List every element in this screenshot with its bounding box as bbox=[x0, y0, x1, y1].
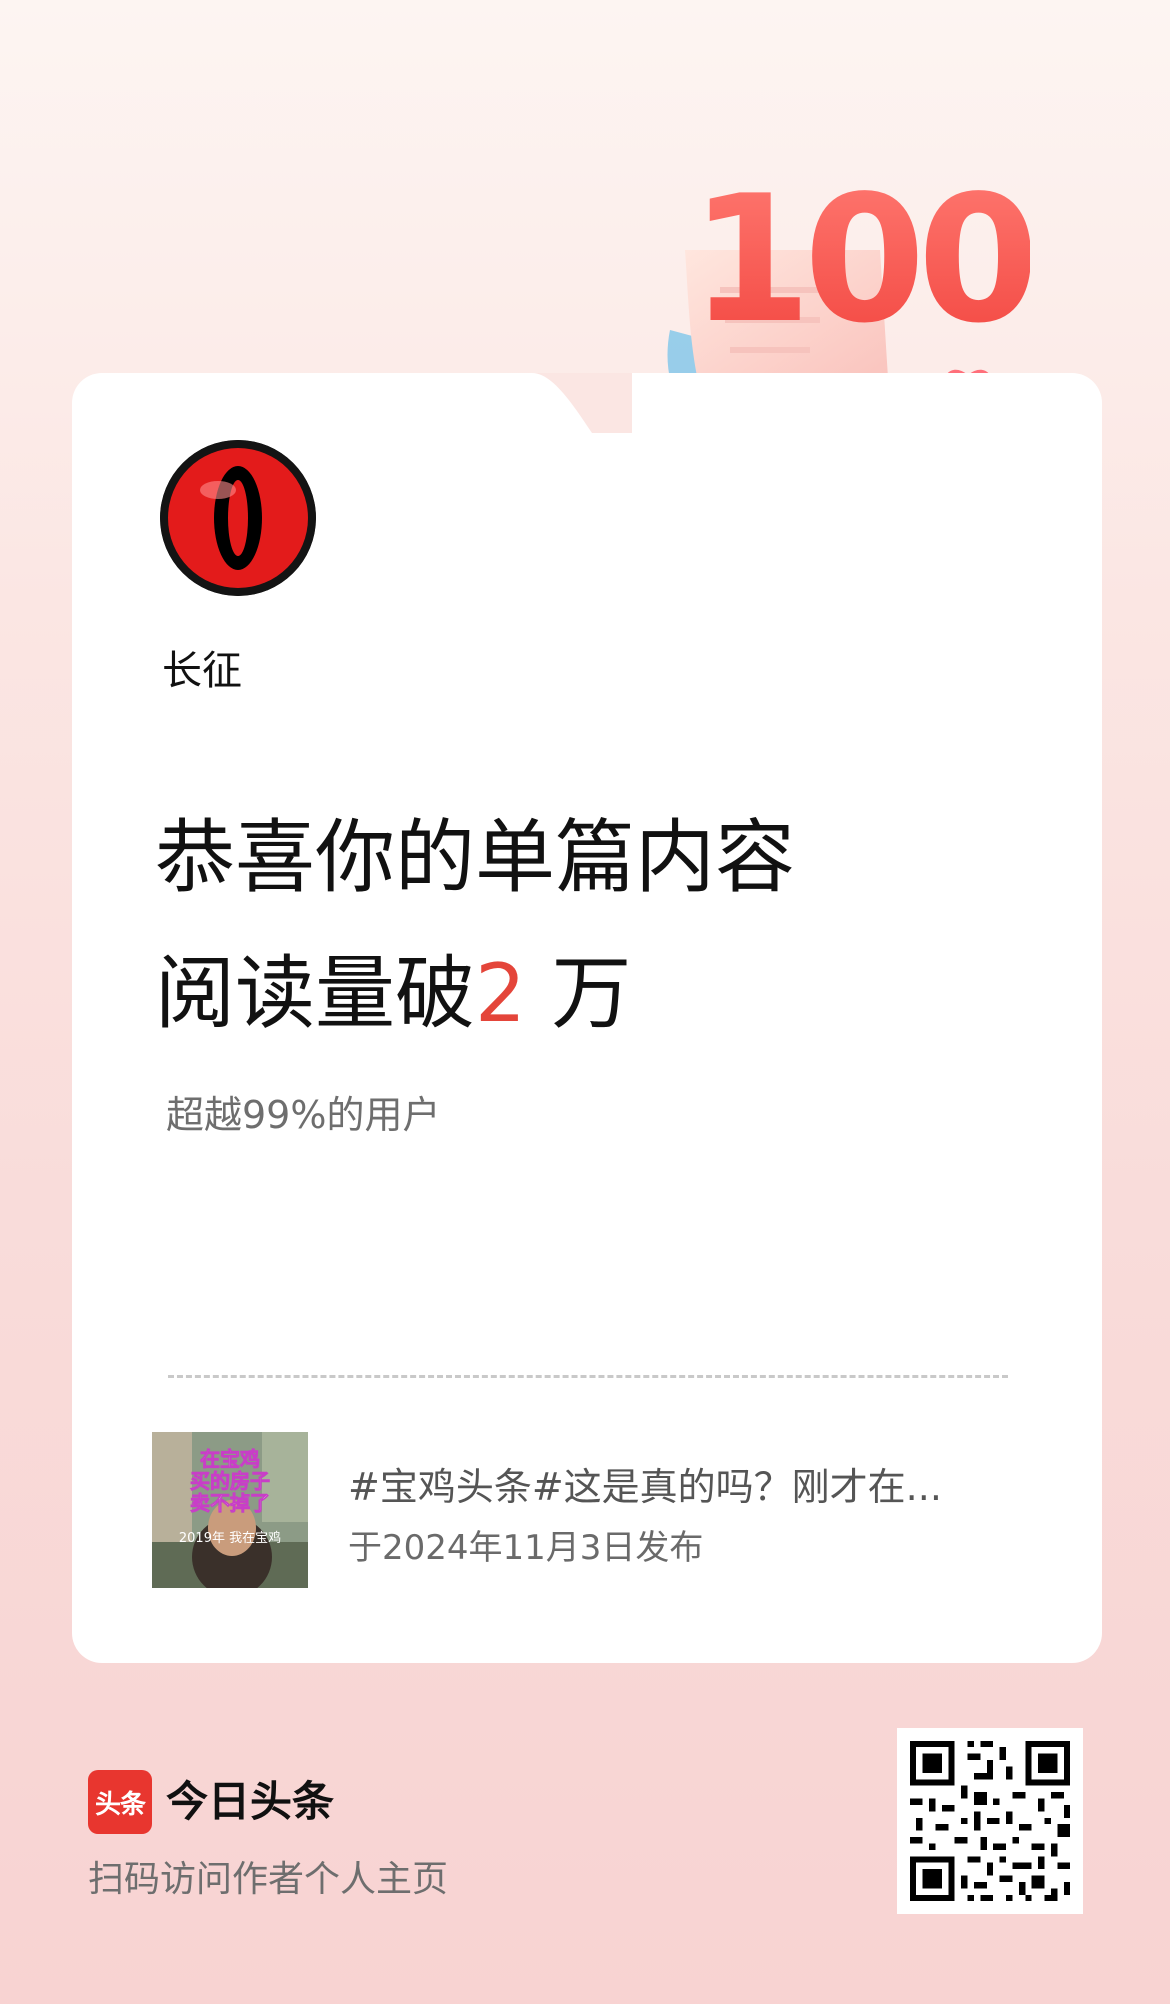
article-title[interactable]: #宝鸡头条#这是真的吗？刚才在... bbox=[348, 1456, 988, 1511]
thumb-caption-4: 2019年 我在宝鸡 bbox=[179, 1530, 281, 1546]
headline-line-2: 阅读量破2 万 bbox=[155, 926, 795, 1062]
percentile-subtext: 超越99%的用户 bbox=[166, 1093, 441, 1137]
congrats-headline: 恭喜你的单篇内容 阅读量破2 万 bbox=[155, 790, 795, 1062]
logo-text: 头条 bbox=[94, 1789, 146, 1820]
headline-read-number: 2 bbox=[475, 947, 526, 1040]
author-avatar[interactable] bbox=[160, 440, 316, 596]
toutiao-logo-icon: 头条 bbox=[88, 1770, 152, 1834]
badge-number: 100 bbox=[690, 159, 1030, 362]
article-thumbnail[interactable]: 在宝鸡 买的房子 卖不掉了 2019年 我在宝鸡 bbox=[152, 1432, 308, 1588]
headline-read-prefix: 阅读量破 bbox=[155, 947, 475, 1040]
thumb-caption-3: 卖不掉了 bbox=[190, 1491, 270, 1515]
brand-name: 今日头条 bbox=[166, 1777, 335, 1826]
headline-line-1: 恭喜你的单篇内容 bbox=[155, 811, 795, 904]
headline-read-suffix: 万 bbox=[525, 947, 632, 1040]
article-publish-date: 于2024年11月3日发布 bbox=[348, 1528, 704, 1568]
author-name[interactable]: 长征 bbox=[162, 638, 242, 696]
scan-instruction: 扫码访问作者个人主页 bbox=[88, 1859, 449, 1900]
dashed-divider bbox=[168, 1375, 1008, 1378]
thumb-caption-2: 买的房子 bbox=[190, 1469, 270, 1493]
thumb-caption-1: 在宝鸡 bbox=[200, 1447, 260, 1471]
card-notch-shape bbox=[532, 373, 632, 433]
qr-code[interactable] bbox=[897, 1728, 1083, 1914]
